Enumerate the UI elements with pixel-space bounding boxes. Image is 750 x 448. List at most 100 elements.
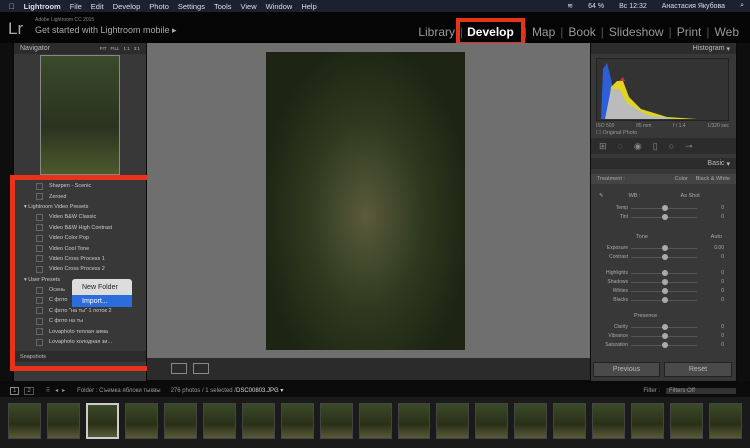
slider-knob[interactable]: [662, 245, 668, 251]
slider-value[interactable]: 0: [721, 205, 724, 211]
slider-knob[interactable]: [662, 297, 668, 303]
slider-knob[interactable]: [662, 342, 668, 348]
menu-new-folder[interactable]: New Folder: [72, 281, 132, 293]
back-arrow-icon[interactable]: ◂: [55, 387, 58, 394]
loupe-view-icon[interactable]: [171, 363, 187, 374]
search-icon[interactable]: ⌕: [740, 2, 744, 10]
filmstrip-thumbnail[interactable]: [592, 403, 626, 439]
battery-label[interactable]: 64 %: [588, 3, 604, 10]
slider-knob[interactable]: [662, 214, 668, 220]
selected-file[interactable]: DSC00803.JPG ▾: [236, 387, 283, 394]
slider-shadows[interactable]: Shadows 0: [591, 278, 736, 287]
page-2[interactable]: 2: [24, 386, 34, 395]
original-photo-checkbox[interactable]: ☐ Original Photo: [596, 130, 637, 136]
module-book[interactable]: Book: [563, 25, 600, 39]
menu-tools[interactable]: Tools: [214, 2, 232, 11]
filmstrip-thumbnail[interactable]: [202, 403, 236, 439]
clock[interactable]: Вс 12:32: [619, 3, 647, 10]
eyedropper-icon[interactable]: ✎: [599, 193, 604, 199]
filmstrip-thumbnail[interactable]: [319, 403, 353, 439]
spot-removal-icon[interactable]: ◌: [618, 141, 623, 151]
filmstrip-thumbnail[interactable]: [436, 403, 470, 439]
menu-app[interactable]: Lightroom: [24, 2, 61, 11]
slider-value[interactable]: 0: [721, 288, 724, 294]
slider-value[interactable]: 0: [721, 254, 724, 260]
slider-knob[interactable]: [662, 333, 668, 339]
filmstrip-thumbnail[interactable]: [709, 403, 743, 439]
adjustment-brush-icon[interactable]: ⊸: [685, 141, 693, 152]
filmstrip-thumbnail[interactable]: [163, 403, 197, 439]
slider-temp[interactable]: Temp 0: [591, 204, 736, 213]
crop-icon[interactable]: ⊞: [599, 141, 607, 152]
filmstrip-thumbnail[interactable]: [124, 403, 158, 439]
slider-exposure[interactable]: Exposure 0.00: [591, 244, 736, 253]
menu-file[interactable]: File: [70, 2, 82, 11]
forward-arrow-icon[interactable]: ▸: [62, 387, 65, 394]
zoom-fill[interactable]: FILL: [110, 46, 119, 51]
module-print[interactable]: Print: [672, 25, 707, 39]
right-panel-edge[interactable]: [737, 43, 750, 381]
menu-import[interactable]: Import...: [72, 295, 132, 307]
slider-contrast[interactable]: Contrast 0: [591, 253, 736, 262]
slider-value[interactable]: 0: [721, 214, 724, 220]
slider-value[interactable]: 0: [721, 342, 724, 348]
reset-button[interactable]: Reset: [664, 362, 732, 377]
slider-highlights[interactable]: Highlights 0: [591, 269, 736, 278]
slider-value[interactable]: 0: [721, 279, 724, 285]
slider-tint[interactable]: Tint 0: [591, 213, 736, 222]
slider-knob[interactable]: [662, 288, 668, 294]
slider-value[interactable]: 0: [721, 324, 724, 330]
slider-knob[interactable]: [662, 324, 668, 330]
user-name[interactable]: Анастасия Якубова: [662, 3, 725, 10]
menu-view[interactable]: View: [241, 2, 257, 11]
red-eye-icon[interactable]: ◉: [634, 141, 642, 152]
filmstrip-thumbnail[interactable]: [670, 403, 704, 439]
slider-clarity[interactable]: Clarity 0: [591, 323, 736, 332]
grid-icon[interactable]: ⠿: [46, 387, 50, 394]
basic-header[interactable]: Basic ▾: [591, 158, 736, 169]
menu-window[interactable]: Window: [266, 2, 293, 11]
histogram-header[interactable]: Histogram ▾: [591, 43, 736, 54]
previous-button[interactable]: Previous: [593, 362, 660, 377]
module-map[interactable]: Map: [527, 25, 560, 39]
filmstrip-thumbnail[interactable]: [553, 403, 587, 439]
page-1[interactable]: 1: [10, 386, 20, 395]
slider-knob[interactable]: [662, 279, 668, 285]
slider-value[interactable]: 0: [721, 270, 724, 276]
filmstrip-thumbnail[interactable]: [631, 403, 665, 439]
apple-icon[interactable]: : [9, 2, 15, 11]
filmstrip-thumbnail[interactable]: [280, 403, 314, 439]
photo-preview[interactable]: [266, 52, 465, 350]
module-library[interactable]: Library: [413, 25, 460, 39]
zoom-1-1[interactable]: 1:1: [123, 46, 129, 51]
filmstrip-thumbnail[interactable]: [241, 403, 275, 439]
slider-blacks[interactable]: Blacks 0: [591, 296, 736, 305]
slider-value[interactable]: 0: [721, 333, 724, 339]
wifi-icon[interactable]: ≋: [567, 2, 573, 10]
slider-value[interactable]: 0.00: [714, 245, 724, 251]
menu-develop[interactable]: Develop: [113, 2, 141, 11]
slider-knob[interactable]: [662, 205, 668, 211]
filter-select[interactable]: Filters Off: [666, 387, 736, 394]
before-after-icon[interactable]: [193, 363, 209, 374]
filmstrip-thumbnail[interactable]: [475, 403, 509, 439]
slider-knob[interactable]: [662, 254, 668, 260]
module-slideshow[interactable]: Slideshow: [604, 25, 669, 39]
slider-value[interactable]: 0: [721, 297, 724, 303]
radial-filter-icon[interactable]: ○: [669, 141, 674, 151]
module-develop[interactable]: Develop: [456, 18, 525, 46]
navigator-header[interactable]: Navigator FIT FILL 1:1 3:1: [14, 43, 146, 54]
slider-saturation[interactable]: Saturation 0: [591, 341, 736, 350]
module-web[interactable]: Web: [710, 25, 744, 39]
menu-edit[interactable]: Edit: [91, 2, 104, 11]
menu-photo[interactable]: Photo: [149, 2, 169, 11]
navigator-preview[interactable]: [40, 55, 120, 175]
folder-path[interactable]: Folder : Съемка яблоки тыквы: [77, 388, 160, 394]
auto-button[interactable]: Auto: [711, 234, 722, 240]
filmstrip-thumbnail[interactable]: [514, 403, 548, 439]
filmstrip-thumbnail[interactable]: [8, 403, 41, 439]
slider-vibrance[interactable]: Vibrance 0: [591, 332, 736, 341]
filmstrip-thumbnail[interactable]: [397, 403, 431, 439]
zoom-fit[interactable]: FIT: [100, 46, 107, 51]
menu-settings[interactable]: Settings: [178, 2, 205, 11]
